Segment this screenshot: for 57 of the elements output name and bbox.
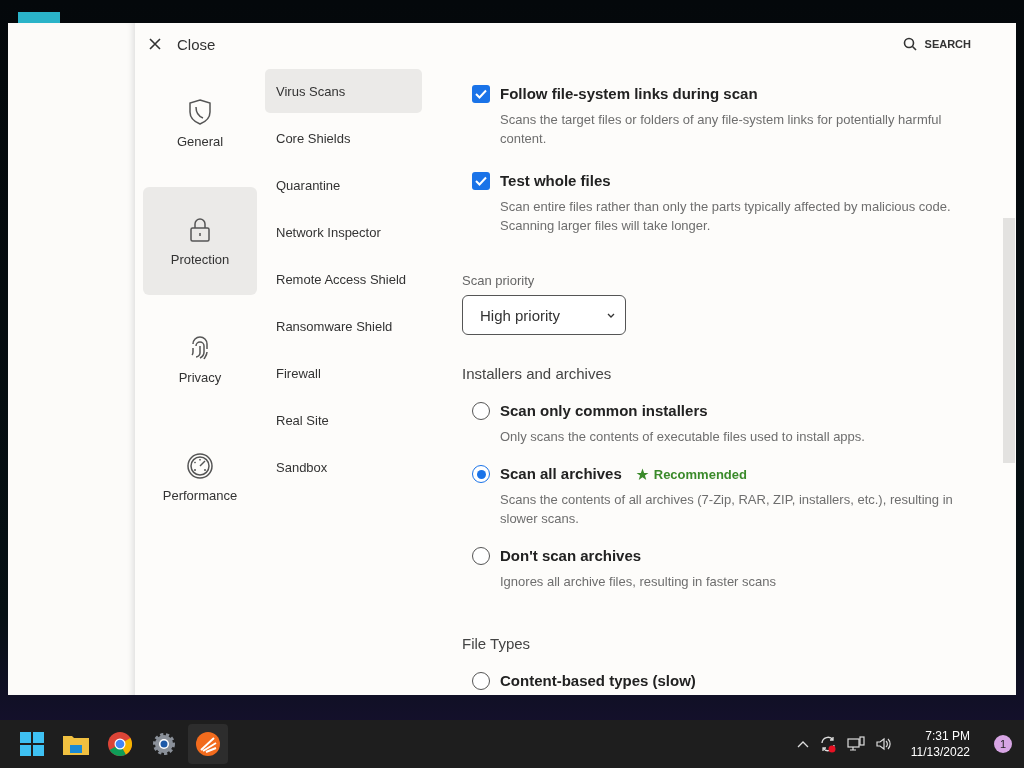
field-label: Scan priority: [462, 273, 536, 288]
sync-icon[interactable]: [818, 735, 837, 753]
star-icon: [635, 467, 649, 481]
search-button[interactable]: SEARCH: [902, 37, 971, 51]
radio-button[interactable]: [472, 547, 490, 565]
radio-button[interactable]: [472, 402, 490, 420]
chevron-up-icon[interactable]: [796, 740, 809, 748]
section-heading: Installers and archives: [462, 365, 613, 382]
category-tab[interactable]: Privacy: [143, 305, 257, 413]
lock-icon: [187, 215, 213, 244]
checkbox[interactable]: [472, 172, 490, 190]
shield-icon: [187, 97, 213, 126]
subnav-item[interactable]: Network Inspector: [265, 210, 422, 254]
option-title: Test whole files: [500, 172, 612, 190]
option-title: Scan only common installers: [500, 402, 708, 420]
section-heading: File Types: [462, 635, 532, 652]
option-description: Scans the target files or folders of any file-system links for potentially harmful content.: [500, 111, 943, 148]
clock[interactable]: 7:31 PM 11/13/2022: [910, 728, 970, 760]
category-tab[interactable]: General: [143, 69, 257, 177]
network-icon[interactable]: [846, 736, 865, 752]
option-title: Content-based types (slow): [500, 672, 696, 690]
antivirus-app-button[interactable]: [188, 724, 228, 764]
subnav-item[interactable]: Virus Scans: [265, 69, 422, 113]
chevron-down-icon: [607, 312, 615, 318]
priority-dropdown[interactable]: High priority: [462, 295, 626, 335]
gear-icon: [152, 732, 176, 756]
subnav-item[interactable]: Sandbox: [265, 445, 422, 489]
option-description: Scans the contents of all archives (7-Zip, RAR, ZIP, installers, etc.), resulting in slower scans.: [500, 491, 954, 528]
scrollbar-thumb[interactable]: [1003, 218, 1015, 463]
option-description: Scan entire files rather than only the parts typically affected by malicious code. Scanning larger files will take longer.: [500, 198, 952, 235]
subnav-item[interactable]: Core Shields: [265, 116, 422, 160]
recommended-label: Recommended: [635, 466, 747, 482]
close-button[interactable]: Close: [149, 35, 216, 53]
subnav-item[interactable]: Quarantine: [265, 163, 422, 207]
checkbox[interactable]: [472, 85, 490, 103]
radio-button[interactable]: [472, 672, 490, 690]
category-tab[interactable]: Protection: [143, 187, 257, 295]
subnav-item[interactable]: Real Site: [265, 398, 422, 442]
speaker-icon[interactable]: [874, 736, 893, 752]
subnav-item[interactable]: Remote Access Shield: [265, 257, 422, 301]
radio-button[interactable]: [472, 465, 490, 483]
browser-icon: [108, 732, 132, 756]
folder-icon: [63, 733, 89, 755]
subnav-item[interactable]: Ransomware Shield: [265, 304, 422, 348]
option-description: Only scans the contents of executable files used to install apps.: [500, 428, 865, 446]
gauge-icon: [186, 451, 214, 480]
app-logo-icon: [195, 731, 221, 757]
close-icon: [149, 38, 161, 50]
category-tab[interactable]: Performance: [143, 423, 257, 531]
option-description: Ignores all archive files, resulting in faster scans: [500, 573, 776, 591]
notification-count[interactable]: 1: [994, 735, 1012, 753]
option-title: Follow file-system links during scan: [500, 85, 759, 103]
option-title: Don't scan archives: [500, 547, 642, 565]
search-icon: [902, 37, 917, 51]
subnav-item[interactable]: Firewall: [265, 351, 422, 395]
option-title: Scan all archives: [500, 465, 622, 483]
windows-logo-icon: [20, 732, 44, 756]
